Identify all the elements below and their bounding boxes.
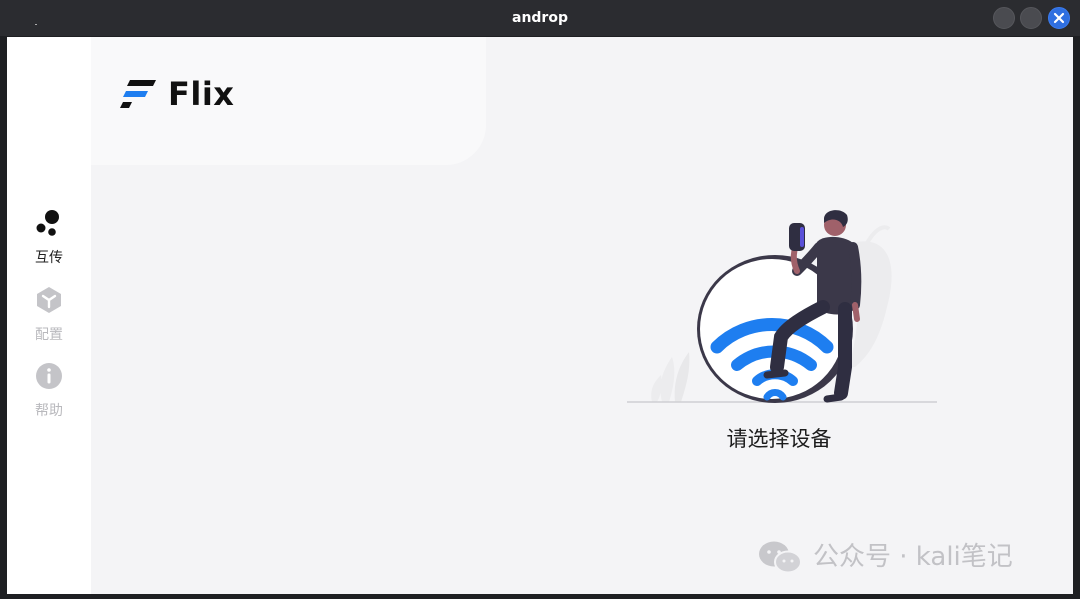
flix-logo-icon (120, 80, 156, 108)
brand-name: Flix (168, 75, 235, 113)
select-device-prompt: 请选择设备 (726, 427, 832, 451)
cube-icon (37, 287, 61, 313)
window-title: androp (512, 10, 568, 26)
info-icon (36, 363, 62, 389)
sidebar-item-transfer[interactable]: 互传 (7, 209, 91, 275)
sidebar-item-label: 帮助 (35, 403, 63, 419)
sidebar: 互传 配置 帮助 (7, 37, 91, 594)
sidebar-item-label: 配置 (35, 327, 63, 343)
watermark-text: 公众号 · kali笔记 (813, 542, 1013, 572)
sidebar-item-settings[interactable]: 配置 (7, 286, 91, 352)
wechat-icon (759, 541, 802, 574)
close-button[interactable] (1048, 7, 1070, 29)
sidebar-item-label: 互传 (35, 250, 63, 266)
sidebar-item-help[interactable]: 帮助 (7, 362, 91, 428)
title-bar: androp (0, 0, 1080, 36)
select-device-illustration (627, 210, 937, 403)
close-icon (1053, 12, 1065, 24)
app-window: 互传 配置 帮助 Flix 请选择设备 公众号 · kali笔记 (7, 37, 1073, 594)
minimize-button[interactable] (993, 7, 1015, 29)
maximize-button[interactable] (1020, 7, 1042, 29)
dots-icon (36, 210, 59, 236)
